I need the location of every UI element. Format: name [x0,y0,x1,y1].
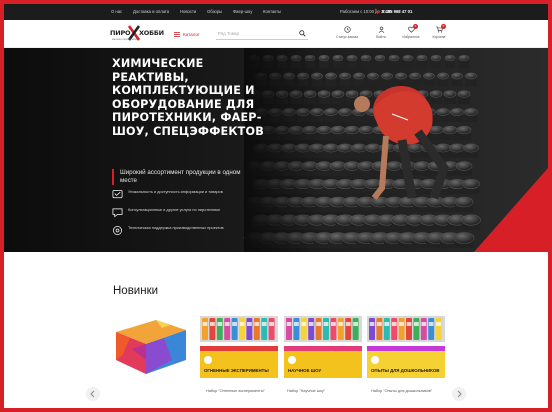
top-bar: О нас Доставка и оплата Новости Обзоры Ф… [4,4,548,20]
search-placeholder: Ряд Товар [218,31,239,36]
product-image: ОПЫТЫ ДЛЯ ДОШКОЛЬНИКОВ [367,316,445,378]
feature-unique-text: Уникальность и доступность информации и … [128,189,223,194]
clock-icon [343,26,351,33]
consult-icon [112,208,123,218]
product-image: ОГНЕННЫЕ ЭКСПЕРИМЕНТЫ [200,316,278,378]
support-icon [113,226,122,235]
product-image: НАУЧНОЕ ШОУ [284,316,362,378]
login-button[interactable]: Войти [368,26,394,44]
cart-label: Корзина [432,35,446,39]
search-input[interactable]: Ряд Товар [216,28,308,40]
nav-about[interactable]: О нас [111,9,122,14]
favorites-badge: 0 [413,24,418,29]
favorites-button[interactable]: 0 Избранное [398,24,424,44]
phone-number[interactable]: 8 495 968 47 01 [382,9,412,14]
logo-tagline: магазин пиротехники [112,38,138,41]
order-status-button[interactable]: Статус заказа [334,26,360,44]
feature-unique: Уникальность и доступность информации и … [112,188,242,204]
product-name[interactable]: Набор "Научное шоу" [287,389,357,394]
carousel-next-button[interactable] [452,387,466,401]
catalog-label: Каталог [183,31,200,37]
menu-icon [174,31,180,37]
order-status-label: Статус заказа [336,35,358,39]
kit-box-title: ОГНЕННЫЕ ЭКСПЕРИМЕНТЫ [204,368,269,373]
cart-badge: 0 [441,24,446,29]
feature-consult-text: Консультационные и другие услуги по пиро… [128,207,221,212]
nav-fire-show[interactable]: Фаер-шоу [233,9,252,14]
login-label: Войти [376,35,386,39]
favorites-label: Избранное [402,35,420,39]
arrow-left-icon [90,390,95,398]
product-card[interactable]: ОГНЕННЫЕ ЭКСПЕРИМЕНТЫ [200,316,278,378]
feature-support-text: Техническая поддержка производственных п… [128,225,224,230]
hero-title: ХИМИЧЕСКИЕ РЕАКТИВЫ, КОМПЛЕКТУЮЩИЕ И ОБО… [112,57,264,138]
product-card[interactable] [112,316,190,378]
logo-text-right: ХОББИ [139,29,164,37]
product-image [116,320,186,374]
product-name[interactable]: Набор "Опыты для дошкольников" [371,389,441,394]
kit-box-title: ОПЫТЫ ДЛЯ ДОШКОЛЬНИКОВ [371,368,439,373]
search-icon[interactable] [299,30,306,37]
phone-icon [374,8,380,14]
kit-box-title: НАУЧНОЕ ШОУ [288,368,321,373]
feature-support: Техническая поддержка производственных п… [112,224,242,240]
section-title-new: Новинки [113,285,159,297]
hero-banner: ХИМИЧЕСКИЕ РЕАКТИВЫ, КОМПЛЕКТУЮЩИЕ И ОБО… [4,48,548,252]
hero-subtitle: Широкий ассортимент продукции в одном ме… [112,169,242,185]
catalog-button[interactable]: Каталог [174,29,200,39]
user-icon [378,26,384,33]
unique-icon [112,190,123,199]
cart-button[interactable]: 0 Корзина [426,24,452,44]
page: О нас Доставка и оплата Новости Обзоры Ф… [4,4,548,408]
nav-news[interactable]: Новости [180,9,196,14]
carousel-prev-button[interactable] [86,387,100,401]
product-card[interactable]: НАУЧНОЕ ШОУ [284,316,362,378]
product-card[interactable]: ОПЫТЫ ДЛЯ ДОШКОЛЬНИКОВ [367,316,445,378]
product-name[interactable]: Набор "Огненные эксперименты" [206,389,276,394]
logo[interactable]: ПИРО ХОББИ магазин пиротехники [110,24,164,44]
feature-consult: Консультационные и другие услуги по пиро… [112,206,242,222]
header: ПИРО ХОББИ магазин пиротехники Каталог Р… [4,20,548,48]
arrow-right-icon [457,390,462,398]
nav-reviews[interactable]: Обзоры [207,9,222,14]
nav-contacts[interactable]: Контакты [263,9,281,14]
nav-delivery[interactable]: Доставка и оплата [133,9,169,14]
